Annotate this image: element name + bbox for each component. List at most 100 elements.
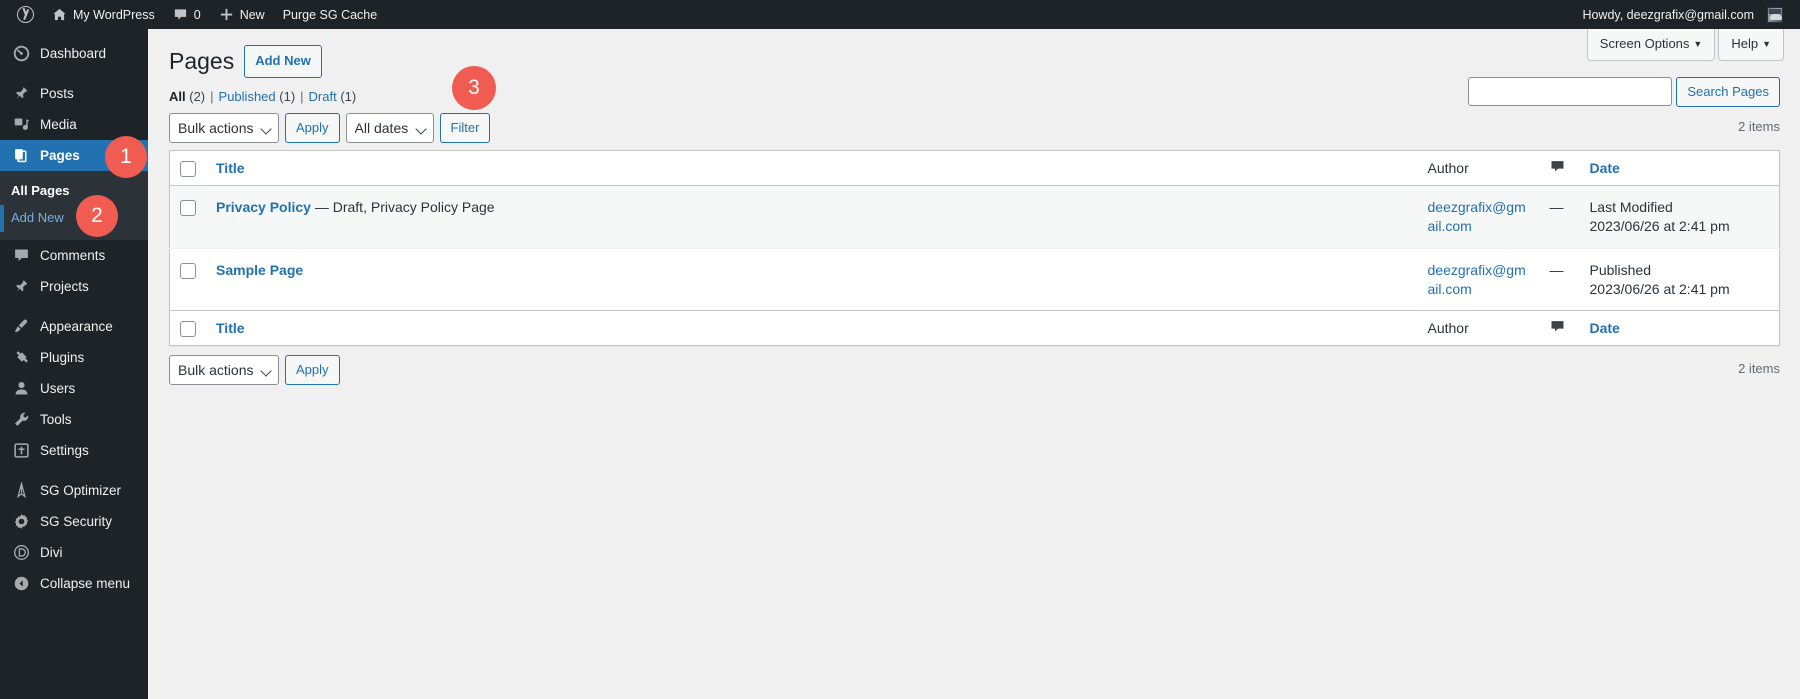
status-filter-published[interactable]: Published (1): [219, 89, 296, 104]
sidebar-item-posts[interactable]: Posts: [0, 78, 148, 109]
plus-icon: [219, 7, 234, 22]
sidebar-item-label: Users: [40, 380, 76, 396]
sidebar-item-label: Settings: [40, 442, 89, 458]
site-name-menu[interactable]: My WordPress: [43, 0, 164, 29]
sidebar-item-label: SG Optimizer: [40, 482, 122, 498]
author-link[interactable]: deezgrafix@gmail.com: [1428, 262, 1526, 297]
column-header-date[interactable]: Date: [1579, 150, 1780, 186]
help-button[interactable]: Help ▼: [1718, 29, 1784, 61]
filter-button[interactable]: Filter: [439, 112, 491, 143]
sort-title-link-footer[interactable]: Title: [216, 320, 245, 336]
bulk-actions-select-top[interactable]: Bulk actions: [169, 112, 279, 143]
table-head: Title Author Date: [169, 150, 1780, 186]
column-header-author[interactable]: Author: [1417, 150, 1540, 186]
date-status-label: Published: [1589, 261, 1652, 278]
row-checkbox[interactable]: [180, 200, 196, 217]
submenu-add-new[interactable]: Add New: [0, 204, 148, 232]
collapse-menu-button[interactable]: Collapse menu: [0, 568, 148, 599]
column-footer-date[interactable]: Date: [1579, 310, 1780, 346]
wrench-icon: [11, 411, 31, 428]
annotation-badge-2: 2: [76, 195, 118, 237]
sidebar-item-plugins[interactable]: Plugins: [0, 342, 148, 373]
page-title-link[interactable]: Sample Page: [216, 262, 303, 278]
my-account-menu[interactable]: Howdy, deezgrafix@gmail.com: [1573, 0, 1792, 29]
add-new-button[interactable]: Add New: [244, 44, 322, 78]
comments-menu[interactable]: 0: [164, 0, 210, 29]
filter-separator: |: [300, 88, 304, 104]
status-filter-link[interactable]: All: [169, 89, 186, 104]
submenu-label: All Pages: [11, 183, 70, 198]
sidebar-item-appearance[interactable]: Appearance: [0, 311, 148, 342]
annotation-badge-3: 3: [452, 66, 496, 110]
sort-title-link[interactable]: Title: [216, 160, 245, 176]
help-label: Help: [1731, 36, 1759, 51]
pages-table: Title Author Date Privacy Policy — Draft…: [169, 149, 1780, 347]
select-all-checkbox-footer[interactable]: [180, 321, 196, 338]
status-filter-draft[interactable]: Draft (1): [309, 89, 357, 104]
page-title-link[interactable]: Privacy Policy: [216, 199, 311, 215]
sidebar-item-dashboard[interactable]: Dashboard: [0, 38, 148, 69]
sidebar-item-label: Divi: [40, 544, 63, 560]
comment-bubble-icon: [1550, 321, 1565, 337]
screen-meta-links: Screen Options ▼ Help ▼: [1584, 29, 1784, 61]
select-all-footer: [169, 310, 206, 346]
page-wrap: Pages Add New All (2) | Published (1) | …: [148, 29, 1800, 386]
sidebar-item-comments[interactable]: Comments: [0, 240, 148, 271]
sidebar-item-projects[interactable]: Projects: [0, 271, 148, 302]
bulk-actions-select-wrap-bottom: Bulk actions: [169, 355, 279, 386]
comment-count: 0: [193, 7, 201, 22]
sidebar-item-users[interactable]: Users: [0, 373, 148, 404]
sidebar-item-label: Tools: [40, 411, 72, 427]
status-filter-count: (1): [279, 88, 296, 104]
apply-button-top[interactable]: Apply: [285, 112, 340, 143]
author-link[interactable]: deezgrafix@gmail.com: [1428, 199, 1526, 234]
page-title: Pages: [169, 48, 235, 74]
submenu-label: Add New: [11, 209, 64, 225]
column-header-title[interactable]: Title: [206, 150, 1418, 186]
column-header-comments[interactable]: [1539, 150, 1580, 186]
user-icon: [11, 380, 31, 397]
avatar: [1767, 6, 1783, 23]
row-select-cell: [170, 248, 207, 311]
sidebar-item-divi[interactable]: Divi: [0, 537, 148, 568]
date-value: 2023/06/26 at 2:41 pm: [1589, 217, 1730, 234]
sidebar-item-tools[interactable]: Tools: [0, 404, 148, 435]
status-filter-link[interactable]: Draft: [309, 89, 337, 104]
row-checkbox[interactable]: [180, 262, 196, 279]
purge-sg-cache-menu[interactable]: Purge SG Cache: [274, 0, 387, 29]
comment-bubble-icon: [173, 7, 188, 22]
status-filter-all[interactable]: All (2): [169, 89, 205, 104]
status-filter-count: (1): [340, 88, 357, 104]
select-all-checkbox[interactable]: [180, 160, 196, 177]
sort-date-link-footer[interactable]: Date: [1590, 320, 1620, 336]
table-foot: Title Author Date: [169, 310, 1780, 346]
comment-icon: [11, 247, 31, 264]
column-footer-title[interactable]: Title: [206, 310, 1418, 346]
home-icon: [52, 7, 67, 22]
apply-button-bottom[interactable]: Apply: [285, 355, 340, 386]
new-content-menu[interactable]: New: [210, 0, 274, 29]
sort-author-link-footer[interactable]: Author: [1428, 320, 1469, 336]
date-filter-select[interactable]: All dates: [345, 112, 434, 143]
sidebar-item-settings[interactable]: Settings: [0, 435, 148, 466]
date-status-label: Last Modified: [1589, 198, 1673, 215]
bulk-actions-select-bottom[interactable]: Bulk actions: [169, 355, 279, 386]
sort-date-link[interactable]: Date: [1590, 160, 1620, 176]
screen-options-button[interactable]: Screen Options ▼: [1586, 29, 1716, 61]
status-filter-link[interactable]: Published: [219, 89, 276, 104]
sidebar-item-sg-security[interactable]: SG Security: [0, 506, 148, 537]
pin-icon: [11, 278, 31, 295]
admin-bar-right: Howdy, deezgrafix@gmail.com: [1573, 0, 1800, 29]
search-input[interactable]: [1468, 77, 1673, 106]
search-pages-button[interactable]: Search Pages: [1676, 77, 1780, 107]
column-footer-comments[interactable]: [1539, 310, 1580, 346]
submenu-all-pages[interactable]: All Pages: [0, 178, 148, 205]
sidebar-item-sg-optimizer[interactable]: SG Optimizer: [0, 475, 148, 506]
sort-author-link[interactable]: Author: [1428, 160, 1469, 176]
wordpress-logo-menu[interactable]: [8, 0, 43, 29]
column-footer-author[interactable]: Author: [1417, 310, 1540, 346]
status-filter-count: (2): [189, 88, 206, 104]
row-comments-cell: —: [1549, 261, 1564, 278]
table-body: Privacy Policy — Draft, Privacy Policy P…: [169, 185, 1780, 311]
howdy-label: Howdy, deezgrafix@gmail.com: [1582, 7, 1754, 22]
